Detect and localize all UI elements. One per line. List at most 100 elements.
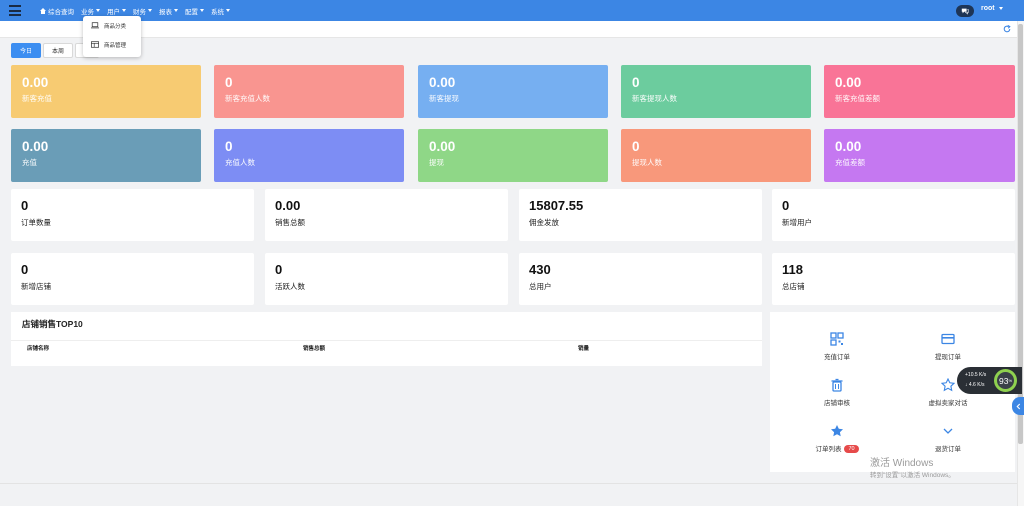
nav-item-system[interactable]: 系统 (211, 6, 230, 16)
column-header-shop-name: 店铺名称 (27, 346, 50, 352)
page-footer (0, 483, 1017, 506)
stat-value: 0.00 (429, 139, 456, 154)
stat-card-recharge-users: 0 充值人数 (214, 129, 404, 182)
stat-value: 0.00 (835, 75, 862, 90)
sidebar-collapse-tab[interactable] (1012, 397, 1024, 415)
nav-item-config[interactable]: 配置 (185, 6, 204, 16)
tab-this-week[interactable]: 本周 (43, 43, 74, 58)
refresh-icon[interactable] (1003, 25, 1011, 33)
column-header-sales-volume: 销量 (578, 346, 590, 352)
stat-label: 充值差额 (835, 158, 865, 167)
stat-card-commission: 15807.55 佣金发放 (519, 189, 762, 241)
menu-toggle-icon[interactable] (9, 5, 21, 16)
user-name: root (981, 5, 995, 12)
nav-item-label: 用户 (107, 8, 120, 16)
nav-item-label: 配置 (185, 8, 198, 16)
caret-down-icon (998, 7, 1003, 10)
stat-value: 0.00 (275, 198, 301, 213)
stat-value: 0 (225, 139, 233, 154)
stat-card-new-recharge: 0.00 新客充值 (11, 65, 201, 118)
caret-down-icon (174, 9, 178, 12)
tab-today[interactable]: 今日 (11, 43, 42, 58)
home-icon (40, 7, 46, 14)
stat-label: 充值人数 (225, 158, 255, 167)
column-header-sales-total: 销售总额 (303, 346, 326, 352)
quick-action-return-orders[interactable]: 退货订单 (898, 424, 998, 453)
stat-label: 新增用户 (782, 218, 812, 227)
stat-label: 新客充值人数 (225, 94, 270, 103)
stat-label: 提现人数 (632, 158, 662, 167)
stat-card-recharge-diff: 0.00 充值差额 (824, 129, 1015, 182)
stat-label: 新增店铺 (21, 282, 51, 291)
nav-item-business[interactable]: 业务 (81, 6, 100, 16)
shop-sales-top10-panel: 店铺销售TOP10 店铺名称 销售总额 销量 (11, 312, 762, 366)
quick-action-label: 店铺审核 (824, 400, 850, 407)
stat-card-withdraw: 0.00 提现 (418, 129, 608, 182)
stat-card-new-withdraw-users: 0 新客提现人数 (621, 65, 811, 118)
stat-value: 0 (632, 75, 640, 90)
quick-action-label: 订单列表 (815, 446, 842, 453)
stat-value: 0 (275, 262, 283, 277)
qrcode-icon (830, 332, 844, 346)
nav-item-users[interactable]: 用户 (107, 6, 126, 16)
caret-down-icon (96, 9, 100, 12)
nav-item-overview[interactable]: 综合查询 (40, 6, 74, 16)
stat-value: 0 (21, 262, 29, 277)
trash-icon (831, 378, 843, 392)
stat-label: 新客提现人数 (632, 94, 677, 103)
nav-item-reports[interactable]: 报表 (159, 6, 178, 16)
quick-action-order-list[interactable]: 订单列表 70 (787, 424, 887, 454)
panel-title: 店铺销售TOP10 (22, 319, 83, 329)
stat-label: 总用户 (529, 282, 552, 291)
credit-card-icon (941, 333, 955, 345)
stat-value: 0.00 (835, 139, 862, 154)
star-icon (831, 425, 843, 437)
menu-item-label: 商品分类 (104, 23, 127, 30)
menu-item-product-management[interactable]: 商品管理 (83, 35, 141, 54)
stat-card-order-count: 0 订单数量 (11, 189, 254, 241)
nav-item-label: 财务 (133, 8, 146, 16)
stat-label: 总店铺 (782, 282, 805, 291)
nav-item-label: 系统 (211, 8, 224, 16)
table-icon (91, 41, 99, 48)
stat-label: 新客充值差额 (835, 94, 880, 103)
stat-card-new-recharge-users: 0 新客充值人数 (214, 65, 404, 118)
windows-activation-hint: 转到"设置"以激活 Windows。 (870, 472, 955, 479)
menu-item-label: 商品管理 (104, 42, 127, 49)
quick-action-label: 退货订单 (935, 446, 961, 453)
stat-value: 118 (782, 262, 803, 277)
caret-down-icon (226, 9, 230, 12)
nav-item-label: 综合查询 (48, 8, 74, 16)
stat-value: 0 (632, 139, 640, 154)
menu-item-product-category[interactable]: 商品分类 (83, 16, 141, 35)
caret-down-icon (122, 9, 126, 12)
stat-card-total-shops: 118 总店铺 (772, 253, 1015, 305)
stat-label: 佣金发放 (529, 218, 559, 227)
nav-item-label: 报表 (159, 8, 172, 16)
windows-activation-watermark: 激活 Windows (870, 458, 934, 469)
user-menu[interactable]: root (981, 5, 1003, 12)
stat-card-recharge: 0.00 充值 (11, 129, 201, 182)
stat-label: 销售总额 (275, 218, 305, 227)
upload-speed: +10.5 K/s (965, 372, 987, 378)
caret-down-icon (148, 9, 152, 12)
memory-usage-gauge: 93% (994, 369, 1017, 392)
chevron-left-icon (1015, 403, 1020, 409)
divider (11, 340, 762, 341)
nav-item-finance[interactable]: 财务 (133, 6, 152, 16)
stat-value: 0.00 (22, 139, 49, 154)
stat-label: 新客充值 (22, 94, 52, 103)
network-speed-widget[interactable]: +10.5 K/s ↓ 4.6 K/s 93% (957, 367, 1022, 394)
quick-action-label: 虚拟卖家对话 (928, 400, 968, 407)
quick-action-recharge-orders[interactable]: 充值订单 (787, 332, 887, 361)
nav-item-label: 业务 (81, 8, 94, 16)
quick-action-label: 提现订单 (935, 354, 961, 361)
chat-button[interactable] (956, 5, 974, 17)
stat-value: 15807.55 (529, 198, 584, 213)
quick-action-shop-review[interactable]: 店铺审核 (787, 378, 887, 407)
quick-action-withdraw-orders[interactable]: 提现订单 (898, 332, 998, 361)
order-count-badge: 70 (844, 445, 859, 454)
laptop-icon (91, 22, 99, 29)
sub-toolbar (0, 21, 1017, 38)
stat-value: 0 (21, 198, 29, 213)
